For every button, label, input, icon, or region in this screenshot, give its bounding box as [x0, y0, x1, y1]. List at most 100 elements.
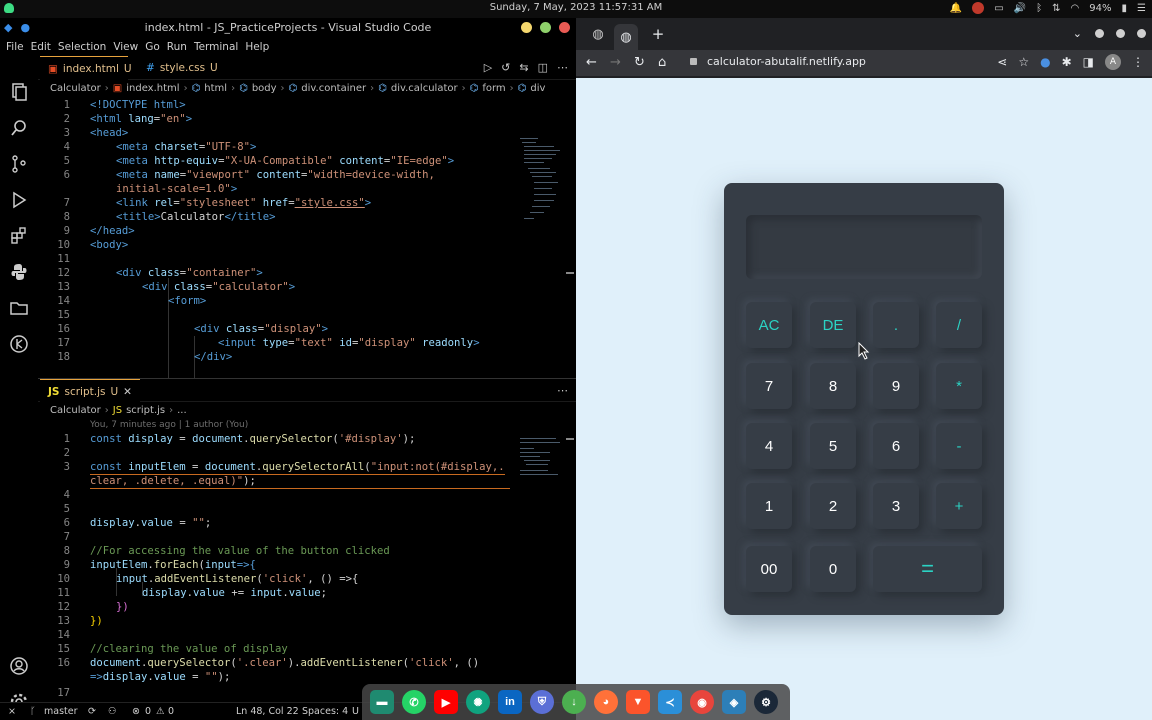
- calc-key-6[interactable]: 6: [873, 423, 919, 469]
- indentation[interactable]: Spaces: 4: [302, 706, 348, 717]
- chatgpt-icon[interactable]: ✺: [466, 690, 490, 714]
- whatsapp-icon[interactable]: ✆: [402, 690, 426, 714]
- volume-icon[interactable]: 🔊: [1014, 3, 1026, 14]
- active-tab[interactable]: ◍: [614, 24, 638, 50]
- compare-icon[interactable]: ⇆: [519, 61, 528, 74]
- bluetooth-icon[interactable]: ᛒ: [1036, 3, 1042, 14]
- pinned-tab[interactable]: ◍: [586, 24, 610, 44]
- home-icon[interactable]: ⌂: [658, 55, 666, 70]
- git-blame-annotation[interactable]: You, 7 minutes ago | 1 author (You): [90, 418, 248, 432]
- profile-avatar[interactable]: A: [1105, 54, 1121, 70]
- minimize-button[interactable]: [521, 22, 532, 33]
- calc-key-0[interactable]: 0: [810, 546, 856, 592]
- js-editor[interactable]: You, 7 minutes ago | 1 author (You) 1 con…: [38, 418, 576, 700]
- calc-key-minus[interactable]: -: [936, 423, 982, 469]
- calc-key-all-clear[interactable]: AC: [746, 302, 792, 348]
- warnings-icon[interactable]: ⚠: [156, 706, 165, 717]
- network-app-icon[interactable]: ◈: [722, 690, 746, 714]
- branch-name[interactable]: master: [44, 706, 78, 717]
- calc-key-3[interactable]: 3: [873, 483, 919, 529]
- side-panel-icon[interactable]: ◨: [1083, 55, 1094, 69]
- scrollbar-thumb[interactable]: [566, 272, 574, 274]
- more-actions-icon[interactable]: ⋯: [557, 384, 568, 397]
- menu-icon[interactable]: ☰: [1137, 3, 1146, 14]
- extensions-icon[interactable]: [9, 226, 29, 246]
- calc-key-equals[interactable]: =: [873, 546, 982, 592]
- run-debug-icon[interactable]: [9, 190, 29, 210]
- extension-drop-icon[interactable]: ●: [1040, 55, 1050, 69]
- accounts-icon[interactable]: [9, 656, 29, 676]
- menu-go[interactable]: Go: [145, 41, 165, 53]
- errors-count[interactable]: 0: [145, 706, 151, 717]
- errors-icon[interactable]: ⊗: [132, 706, 140, 717]
- back-arrow-icon[interactable]: ←: [586, 55, 597, 70]
- new-tab-button[interactable]: +: [646, 24, 670, 44]
- timeline-history-icon[interactable]: ↺: [501, 61, 510, 74]
- explorer-icon[interactable]: [9, 82, 29, 102]
- firefox-icon[interactable]: ◕: [594, 690, 618, 714]
- calc-key-00[interactable]: 00: [746, 546, 792, 592]
- lock-icon[interactable]: [690, 58, 697, 65]
- source-control-icon[interactable]: [9, 154, 29, 174]
- minimap[interactable]: [520, 138, 560, 228]
- warnings-count[interactable]: 0: [168, 706, 174, 717]
- linkedin-icon[interactable]: in: [498, 690, 522, 714]
- network-icon[interactable]: ⇅: [1052, 3, 1060, 14]
- breadcrumb-item[interactable]: div: [530, 83, 545, 94]
- menu-edit[interactable]: Edit: [31, 41, 56, 53]
- breadcrumb-item[interactable]: Calculator: [50, 83, 101, 94]
- breadcrumb-item[interactable]: Calculator: [50, 405, 101, 416]
- breadcrumb-item[interactable]: form: [482, 83, 505, 94]
- files-app-icon[interactable]: ▬: [370, 690, 394, 714]
- live-share-icon[interactable]: ⚇: [108, 706, 117, 717]
- folder-icon[interactable]: [9, 298, 29, 318]
- calc-key-8[interactable]: 8: [810, 363, 856, 409]
- menu-view[interactable]: View: [113, 41, 143, 53]
- tab-search-icon[interactable]: ⌄: [1073, 27, 1082, 40]
- vscode-icon[interactable]: ≺: [658, 690, 682, 714]
- timeline-icon[interactable]: [9, 334, 29, 354]
- scrollbar-thumb[interactable]: [566, 438, 574, 440]
- calc-key-plus[interactable]: +: [936, 483, 982, 529]
- reload-icon[interactable]: ↻: [634, 55, 645, 70]
- breadcrumb-item[interactable]: ...: [177, 405, 187, 416]
- breadcrumb-item[interactable]: div.container: [301, 83, 366, 94]
- calc-key-dot[interactable]: .: [873, 302, 919, 348]
- shield-app-icon[interactable]: ⛨: [530, 690, 554, 714]
- html-editor[interactable]: 1 <!DOCTYPE html> 2 <html lang="en"> 3 <hea…: [38, 96, 576, 378]
- sync-icon[interactable]: ⟳: [88, 706, 96, 717]
- extensions-puzzle-icon[interactable]: ✱: [1062, 55, 1072, 69]
- calc-key-delete[interactable]: DE: [810, 302, 856, 348]
- battery-label[interactable]: 94%: [1089, 3, 1111, 14]
- forward-arrow-icon[interactable]: →: [610, 55, 621, 70]
- calc-key-9[interactable]: 9: [873, 363, 919, 409]
- breadcrumb-item[interactable]: div.calculator: [391, 83, 458, 94]
- notification-bell-icon[interactable]: 🔔: [950, 3, 962, 14]
- breadcrumb-item[interactable]: script.js: [126, 405, 165, 416]
- encoding[interactable]: U: [352, 706, 359, 717]
- share-icon[interactable]: ⋖: [997, 55, 1007, 69]
- chrome-menu-icon[interactable]: ⋮: [1132, 55, 1144, 69]
- close-button[interactable]: [559, 22, 570, 33]
- steam-tray-icon[interactable]: [972, 2, 985, 14]
- minimap[interactable]: [520, 438, 560, 478]
- menu-selection[interactable]: Selection: [58, 41, 111, 53]
- python-icon[interactable]: [9, 262, 29, 282]
- clipboard-icon[interactable]: ▭: [994, 3, 1003, 14]
- maximize-button[interactable]: [1116, 29, 1125, 38]
- breadcrumb-item[interactable]: body: [252, 83, 277, 94]
- tab-script-js[interactable]: JS script.js U ✕: [40, 379, 140, 403]
- menu-file[interactable]: File: [6, 41, 29, 53]
- minimize-button[interactable]: [1095, 29, 1104, 38]
- tab-index-html[interactable]: ▣ index.html U: [40, 56, 132, 80]
- menu-help[interactable]: Help: [245, 41, 274, 53]
- breadcrumb-item[interactable]: index.html: [126, 83, 179, 94]
- calc-key-5[interactable]: 5: [810, 423, 856, 469]
- calc-key-multiply[interactable]: *: [936, 363, 982, 409]
- split-editor-icon[interactable]: ◫: [538, 61, 548, 74]
- calc-key-1[interactable]: 1: [746, 483, 792, 529]
- run-file-icon[interactable]: ▷: [484, 61, 492, 74]
- menu-run[interactable]: Run: [167, 41, 192, 53]
- cursor-position[interactable]: Ln 48, Col 22: [236, 706, 299, 717]
- calculator-display[interactable]: [746, 215, 982, 279]
